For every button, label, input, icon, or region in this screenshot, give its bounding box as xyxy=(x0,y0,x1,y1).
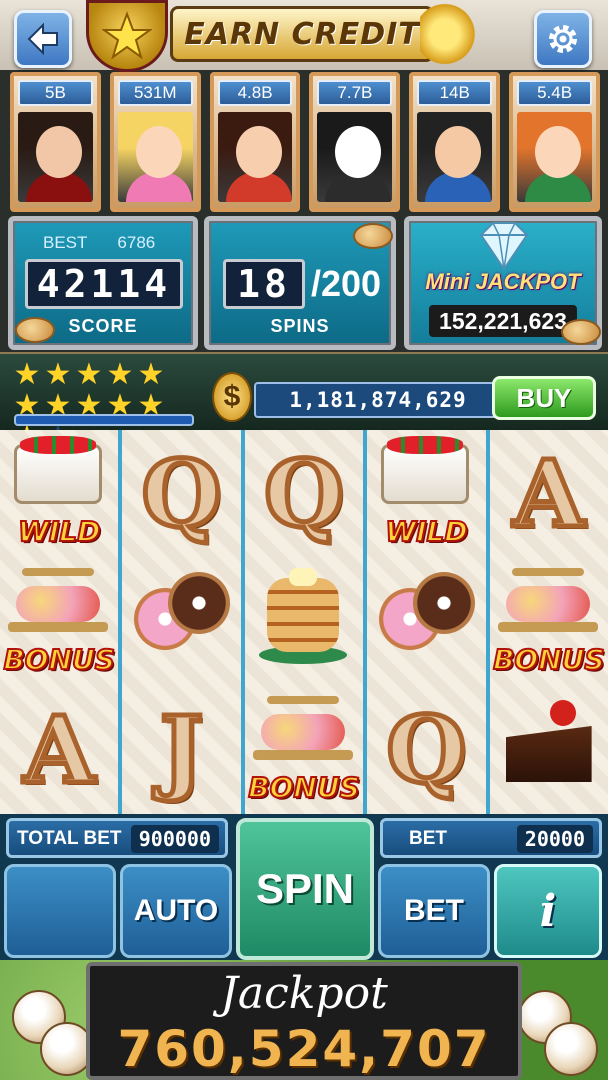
symbol-slice xyxy=(490,686,608,814)
balance-value: 1,181,874,629 xyxy=(254,382,502,418)
star-filled-icon: ★ xyxy=(75,358,103,391)
settings-button[interactable] xyxy=(534,10,592,68)
best-label: BEST xyxy=(43,233,88,252)
spins-label: SPINS xyxy=(270,316,330,336)
back-button[interactable] xyxy=(14,10,72,68)
coin-stack-icon xyxy=(420,2,482,66)
symbol-letter-q: Q xyxy=(245,430,363,558)
player-avatar xyxy=(18,112,93,202)
symbol-letter-a: A xyxy=(0,686,118,814)
jackpot-title: Jackpot xyxy=(220,968,388,1019)
mini-jackpot-title: Mini JACKPOT xyxy=(425,269,581,294)
player-chips: 5B xyxy=(18,80,93,106)
cookie-icon xyxy=(15,317,55,343)
symbol-donut xyxy=(122,558,240,686)
reel-5: A BONUS xyxy=(490,430,608,814)
player-avatar xyxy=(417,112,493,202)
player-avatar xyxy=(217,112,293,202)
star-icon xyxy=(102,11,152,60)
bet-display: BET 20000 xyxy=(380,818,602,858)
spins-panel: 18 /200 SPINS xyxy=(204,216,396,350)
reel-1: WILD BONUS A xyxy=(0,430,123,814)
player-card[interactable]: 531M xyxy=(109,72,201,212)
symbol-letter-a: A xyxy=(490,430,608,558)
gear-icon xyxy=(549,25,577,53)
player-avatar xyxy=(117,112,193,202)
bet-label: BET xyxy=(409,828,447,849)
player-chips: 4.8B xyxy=(217,80,293,106)
player-avatar xyxy=(517,112,592,202)
best-value: 6786 xyxy=(117,233,156,252)
symbol-letter: Q xyxy=(384,694,469,807)
spins-current: 18 xyxy=(223,259,305,309)
player-card[interactable]: 5.4B xyxy=(509,72,600,212)
balance-bar: $ 1,181,874,629 BUY xyxy=(212,372,602,424)
player-list: 5B 531M 4.8B 7.7B 14B 5.4B xyxy=(10,72,600,214)
player-chips: 14B xyxy=(417,80,493,106)
symbol-tier: BONUS xyxy=(245,686,363,814)
symbol-donut xyxy=(367,558,485,686)
diamond-icon xyxy=(479,222,529,271)
reel-2: QJ xyxy=(122,430,245,814)
cookie-icon xyxy=(353,223,393,249)
jackpot-board: Jackpot 760,524,707 xyxy=(86,962,522,1080)
player-avatar xyxy=(317,112,393,202)
symbol-tag: WILD xyxy=(17,514,101,549)
player-card[interactable]: 7.7B xyxy=(309,72,401,212)
symbol-pancake xyxy=(245,558,363,686)
dollar-coin-icon: $ xyxy=(212,372,252,422)
symbol-letter: J xyxy=(157,694,205,807)
slot-reels[interactable]: WILD BONUS A Q J Q BONUS WILD Q A BONUS xyxy=(0,430,608,814)
earn-credit-button[interactable]: EARN CREDIT xyxy=(170,6,434,62)
symbol-cake: WILD xyxy=(367,430,485,558)
player-card[interactable]: 14B xyxy=(409,72,501,212)
buy-button[interactable]: BUY xyxy=(492,376,596,420)
symbol-letter-q: Q xyxy=(367,686,485,814)
auto-button[interactable]: AUTO xyxy=(120,864,232,958)
arrow-left-icon xyxy=(27,22,58,56)
player-card[interactable]: 4.8B xyxy=(209,72,301,212)
star-filled-icon: ★ xyxy=(137,358,165,391)
empty-slot-button[interactable] xyxy=(4,864,116,958)
reel-4: WILD Q xyxy=(367,430,490,814)
symbol-letter-j: J xyxy=(122,686,240,814)
star-filled-icon: ★ xyxy=(44,358,72,391)
symbol-letter: A xyxy=(511,438,587,551)
info-button[interactable]: i xyxy=(494,864,602,958)
total-bet-display: TOTAL BET 900000 xyxy=(6,818,228,858)
symbol-letter: Q xyxy=(261,438,346,551)
player-card[interactable]: 5B xyxy=(10,72,101,212)
symbol-tag: BONUS xyxy=(247,770,360,805)
symbol-tag: BONUS xyxy=(492,642,605,677)
total-bet-label: TOTAL BET xyxy=(17,828,122,849)
mini-jackpot-panel: Mini JACKPOT 152,221,623 xyxy=(404,216,602,350)
jackpot-footer: Jackpot 760,524,707 xyxy=(0,960,608,1080)
jackpot-value: 760,524,707 xyxy=(117,1020,491,1078)
player-chips: 5.4B xyxy=(517,80,592,106)
macaron-icon xyxy=(544,1022,598,1076)
cookie-icon xyxy=(561,319,601,345)
level-progress-bar xyxy=(14,414,194,426)
reel-3: Q BONUS xyxy=(245,430,368,814)
symbol-tag: WILD xyxy=(384,514,468,549)
spin-button[interactable]: SPIN xyxy=(236,818,374,960)
symbol-letter-q: Q xyxy=(122,430,240,558)
symbol-tag: BONUS xyxy=(2,642,115,677)
player-chips: 7.7B xyxy=(317,80,393,106)
spins-max: /200 xyxy=(311,263,382,304)
score-value: 42114 xyxy=(25,259,183,309)
mini-jackpot-value: 152,221,623 xyxy=(429,305,577,337)
total-bet-value: 900000 xyxy=(130,825,219,853)
symbol-tier: BONUS xyxy=(490,558,608,686)
star-filled-icon: ★ xyxy=(13,358,41,391)
bet-value: 20000 xyxy=(516,825,593,853)
score-panel: BEST 6786 42114 SCORE xyxy=(8,216,198,350)
symbol-letter: Q xyxy=(139,438,224,551)
symbol-cake: WILD xyxy=(0,430,118,558)
player-chips: 531M xyxy=(117,80,193,106)
symbol-letter: A xyxy=(21,694,97,807)
bet-button[interactable]: BET xyxy=(378,864,490,958)
symbol-tier: BONUS xyxy=(0,558,118,686)
star-filled-icon: ★ xyxy=(106,358,134,391)
